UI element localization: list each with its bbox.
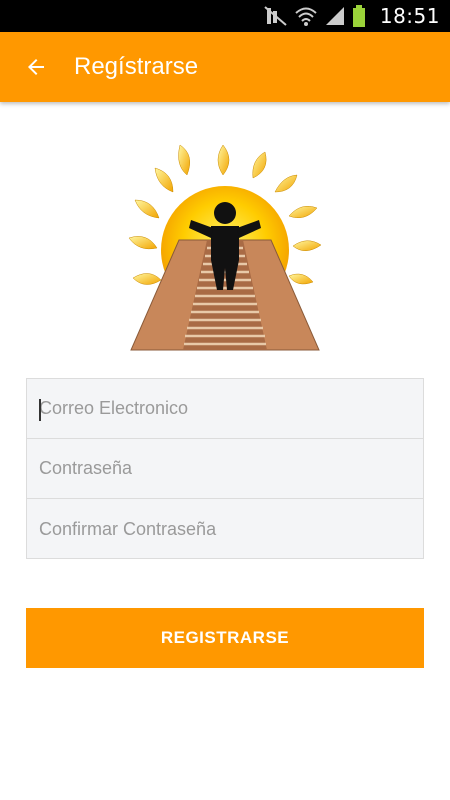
wifi-icon (295, 7, 317, 26)
email-field-row (27, 379, 423, 439)
status-bar: 18:51 (0, 0, 450, 32)
confirm-password-field-row (27, 499, 423, 559)
app-logo (125, 140, 325, 355)
mute-icon (264, 6, 287, 26)
password-field-row (27, 439, 423, 499)
text-cursor (39, 399, 41, 421)
password-field[interactable] (27, 439, 423, 498)
confirm-password-field[interactable] (27, 499, 423, 559)
email-field[interactable] (27, 379, 423, 438)
signal-icon (325, 7, 344, 25)
battery-icon (352, 5, 365, 27)
register-form (26, 378, 424, 559)
arrow-back-icon (28, 59, 44, 75)
status-time: 18:51 (379, 4, 440, 28)
back-button[interactable] (16, 47, 56, 87)
page-title: Regístrarse (74, 53, 199, 80)
sun-figure-stairway-logo (128, 144, 322, 351)
app-bar: Regístrarse (0, 32, 450, 102)
register-button[interactable]: REGISTRARSE (26, 608, 424, 668)
